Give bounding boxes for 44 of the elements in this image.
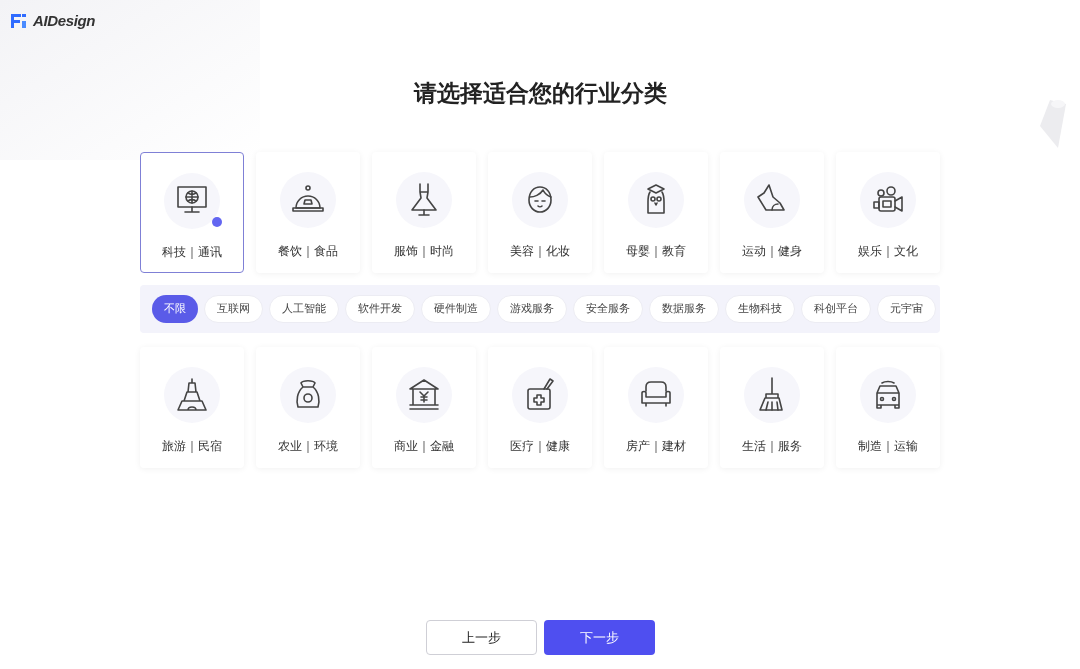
- category-label: 餐饮｜食品: [278, 242, 338, 260]
- category-card[interactable]: 生活｜服务: [720, 346, 824, 468]
- category-label: 生活｜服务: [742, 437, 802, 455]
- category-label: 美容｜化妆: [510, 242, 570, 260]
- logo-icon: [10, 13, 28, 29]
- tag-chip[interactable]: 数据服务: [649, 294, 719, 323]
- category-label: 运动｜健身: [742, 242, 802, 260]
- tag-chip[interactable]: 科创平台: [801, 294, 871, 323]
- category-label: 制造｜运输: [858, 437, 918, 455]
- tag-chip[interactable]: 软件开发: [345, 294, 415, 323]
- category-label: 娱乐｜文化: [858, 242, 918, 260]
- category-card[interactable]: 运动｜健身: [720, 151, 824, 273]
- category-card[interactable]: 旅游｜民宿: [140, 346, 244, 468]
- category-card[interactable]: 房产｜建材: [604, 346, 708, 468]
- category-card[interactable]: 餐饮｜食品: [256, 151, 360, 273]
- category-card[interactable]: 制造｜运输: [836, 346, 940, 468]
- category-card[interactable]: 美容｜化妆: [488, 151, 592, 273]
- category-card[interactable]: 科技｜通讯: [140, 151, 244, 273]
- category-label: 科技｜通讯: [162, 243, 222, 261]
- tag-chip[interactable]: 不限: [152, 294, 198, 323]
- tag-chip[interactable]: 生物科技: [725, 294, 795, 323]
- category-label: 商业｜金融: [394, 437, 454, 455]
- tag-chip[interactable]: 人工智能: [269, 294, 339, 323]
- category-label: 旅游｜民宿: [162, 437, 222, 455]
- category-label: 医疗｜健康: [510, 437, 570, 455]
- category-card[interactable]: 农业｜环境: [256, 346, 360, 468]
- next-button[interactable]: 下一步: [543, 620, 655, 655]
- brand-name: AIDesign: [33, 10, 95, 31]
- category-label: 服饰｜时尚: [394, 242, 454, 260]
- category-card[interactable]: 医疗｜健康: [488, 346, 592, 468]
- category-label: 农业｜环境: [278, 437, 338, 455]
- tag-chip[interactable]: 硬件制造: [421, 294, 491, 323]
- category-label: 母婴｜教育: [626, 242, 686, 260]
- back-button[interactable]: 上一步: [425, 620, 537, 655]
- tag-chip[interactable]: 安全服务: [573, 294, 643, 323]
- category-card[interactable]: 娱乐｜文化: [836, 151, 940, 273]
- tag-chip[interactable]: 互联网: [204, 294, 263, 323]
- page-title: 请选择适合您的行业分类: [413, 79, 667, 108]
- category-card[interactable]: 服饰｜时尚: [372, 151, 476, 273]
- tag-chip[interactable]: 元宇宙: [877, 294, 936, 323]
- category-card[interactable]: 商业｜金融: [372, 346, 476, 468]
- category-card[interactable]: 母婴｜教育: [604, 151, 708, 273]
- tag-chip[interactable]: 游戏服务: [497, 294, 567, 323]
- category-label: 房产｜建材: [626, 437, 686, 455]
